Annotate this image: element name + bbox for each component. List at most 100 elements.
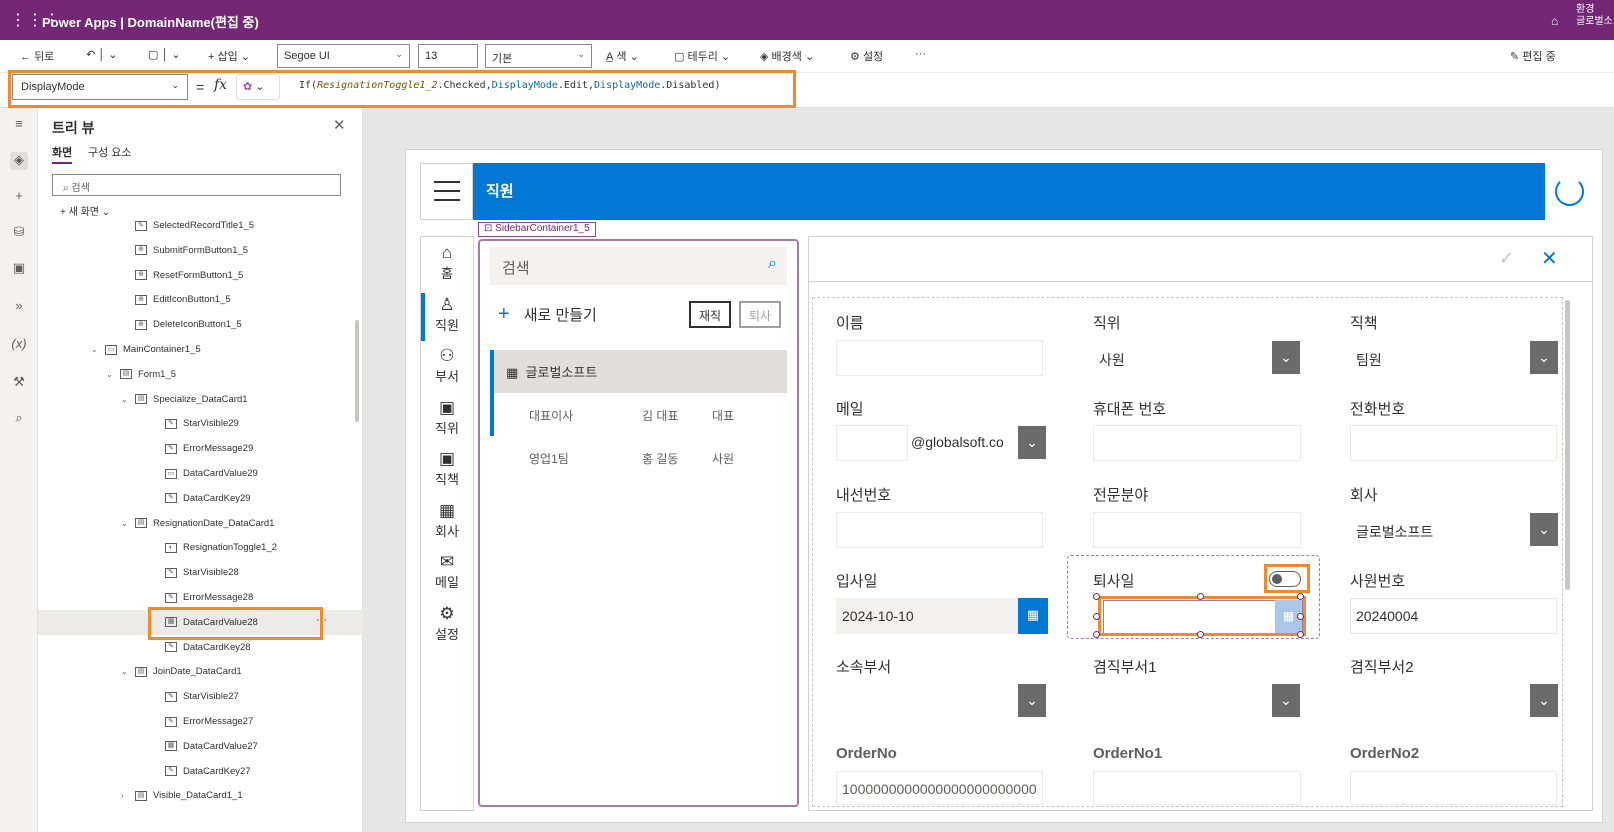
sidebar-item[interactable]: ♙ 직원 <box>420 295 474 334</box>
resize-handle[interactable] <box>1093 613 1100 620</box>
tree-node[interactable]: ✎ ErrorMessage29 <box>165 436 253 461</box>
plus-icon[interactable]: + <box>10 188 28 206</box>
company-select[interactable]: 글로벌소프트 <box>1350 512 1557 548</box>
email-input[interactable] <box>836 425 908 461</box>
list-item[interactable]: 영업1팀 홍 길동 사원 <box>490 437 787 480</box>
tree-node[interactable]: ✎ DataCardKey29 <box>165 486 251 511</box>
resigned-filter-button[interactable]: 퇴사 <box>739 301 782 328</box>
color-button[interactable]: A̲ 색 ⌄ <box>606 48 639 64</box>
email-domain-select[interactable]: @globalsoft.co <box>908 425 1018 461</box>
calendar-icon[interactable]: ▦ <box>1018 598 1048 634</box>
tree-node[interactable]: ⊕ DeleteIconButton1_5 <box>135 312 242 337</box>
phone-input[interactable] <box>1350 425 1557 461</box>
resize-handle[interactable] <box>1297 613 1304 620</box>
layers-icon[interactable]: ◈ <box>10 152 28 170</box>
check-icon[interactable]: ✓ <box>1499 248 1514 269</box>
hamburger-icon[interactable] <box>420 163 473 220</box>
tree-node[interactable]: ✎ DataCardKey27 <box>165 759 251 784</box>
tree-node[interactable]: ✎ StarVisible29 <box>165 411 239 436</box>
tab-components[interactable]: 구성 요소 <box>88 144 132 160</box>
specialty-input[interactable] <box>1093 512 1301 548</box>
editing-button[interactable]: ✎ 편집 중 <box>1510 48 1556 64</box>
tree-node[interactable]: ▦ DataCardValue27 <box>165 734 258 759</box>
list-item[interactable]: 대표이사 김 대표 대표 <box>490 394 787 437</box>
tree-node[interactable]: ⊕ EditIconButton1_5 <box>135 287 231 312</box>
tree-node[interactable]: ⌄ ▤ JoinDate_DataCard1 <box>121 659 242 684</box>
font-select[interactable]: Segoe UI ⌄ <box>277 44 410 68</box>
close-icon[interactable]: ✕ <box>333 116 346 134</box>
fill-button[interactable]: ◈ 배경색 ⌄ <box>760 48 814 64</box>
chevron-down-icon[interactable]: ⌄ <box>106 370 118 379</box>
tree-node[interactable]: ✎ StarVisible27 <box>165 684 239 709</box>
chevron-down-icon[interactable]: ⌄ <box>91 345 103 354</box>
variables-icon[interactable]: (x) <box>10 336 28 354</box>
tree-node[interactable]: ⊕ SubmitFormButton1_5 <box>135 238 248 263</box>
new-record-button[interactable]: + 새로 만들기 <box>498 303 597 326</box>
tree-search-input[interactable]: ⌕ 검색 <box>52 174 341 196</box>
data-icon[interactable]: ⛁ <box>10 224 28 242</box>
order-no1-input[interactable] <box>1093 771 1301 805</box>
chevron-down-icon[interactable]: ⌄ <box>1272 341 1300 374</box>
border-button[interactable]: ▢ 테두리 ⌄ <box>674 48 730 64</box>
more-button[interactable]: ··· <box>915 48 926 60</box>
active-filter-button[interactable]: 재직 <box>689 301 732 328</box>
media-icon[interactable]: ▣ <box>10 260 28 278</box>
chevron-down-icon[interactable]: ⌄ <box>1272 684 1300 717</box>
resize-handle[interactable] <box>1197 593 1204 600</box>
chevron-down-icon[interactable]: ⌄ <box>1530 684 1558 717</box>
name-input[interactable] <box>836 340 1043 376</box>
form-scrollbar[interactable] <box>1565 300 1570 590</box>
duty-select[interactable]: 팀원 <box>1350 340 1557 376</box>
tree-node[interactable]: ⌄ ▤ Specialize_DataCard1 <box>121 387 248 412</box>
back-button[interactable]: ← 뒤로 <box>20 48 54 64</box>
resize-handle[interactable] <box>1093 593 1100 600</box>
chevron-right-icon[interactable]: › <box>121 791 133 800</box>
list-search-input[interactable]: 검색 ⌕ <box>490 247 787 285</box>
new-screen-button[interactable]: + 새 화면 ⌄ <box>60 203 110 218</box>
order-no2-input[interactable] <box>1350 771 1557 805</box>
chevron-down-icon[interactable]: ⌄ <box>121 519 133 528</box>
position-select[interactable]: 사원 <box>1093 340 1301 376</box>
power-automate-icon[interactable]: » <box>10 298 28 316</box>
sidebar-item[interactable]: ⚇ 부서 <box>420 346 474 385</box>
tree-node[interactable]: ✎ StarVisible28 <box>165 560 239 585</box>
environment-icon[interactable]: ⌂ <box>1551 14 1558 28</box>
resize-handle[interactable] <box>1297 593 1304 600</box>
sidebar-item[interactable]: ▣ 직위 <box>420 398 474 437</box>
font-size-input[interactable]: 13 <box>418 44 478 68</box>
tools-icon[interactable]: ⚒ <box>10 374 28 392</box>
chevron-down-icon[interactable]: ⌄ <box>1018 426 1046 459</box>
tree-node[interactable]: ⌄ ▭ MainContainer1_5 <box>91 337 201 362</box>
resize-handle[interactable] <box>1297 631 1304 638</box>
chevron-down-icon[interactable]: ⌄ <box>1530 513 1558 546</box>
order-no-input[interactable]: 1000000000000000000000000 <box>836 771 1043 805</box>
sidebar-item[interactable]: ▦ 회사 <box>420 501 474 540</box>
resize-handle[interactable] <box>1093 631 1100 638</box>
chevron-down-icon[interactable]: ⌄ <box>1530 341 1558 374</box>
chevron-down-icon[interactable]: ⌄ <box>121 667 133 676</box>
sidebar-item[interactable]: ⚙ 설정 <box>420 604 474 643</box>
font-weight-select[interactable]: 기본 ⌄ <box>485 44 592 68</box>
search-icon[interactable]: ⌕ <box>10 410 28 428</box>
close-icon[interactable]: ✕ <box>1541 246 1558 271</box>
sidebar-item[interactable]: ✉ 메일 <box>420 552 474 591</box>
employee-number-input[interactable]: 20240004 <box>1350 598 1557 634</box>
undo-icon[interactable]: ↶ │ ⌄ <box>86 48 117 61</box>
list-group-header[interactable]: ▦ 글로벌소프트 <box>490 350 787 436</box>
environment-label[interactable]: 환경 글로벌소 <box>1576 4 1613 28</box>
extension-input[interactable] <box>836 512 1043 548</box>
sidebar-item[interactable]: ▣ 직책 <box>420 449 474 488</box>
refresh-icon[interactable] <box>1545 163 1593 220</box>
tree-node[interactable]: ▭ DataCardValue29 <box>165 461 258 486</box>
tree-node[interactable]: ✎ ErrorMessage27 <box>165 709 253 734</box>
tree-node[interactable]: ⌄ ▤ ResignationDate_DataCard1 <box>121 511 274 536</box>
chevron-down-icon[interactable]: ⌄ <box>1018 684 1046 717</box>
tree-node[interactable]: › ▤ Visible_DataCard1_1 <box>121 783 243 808</box>
tree-node[interactable]: ◐ ResignationToggle1_2 <box>165 535 277 560</box>
tree-node[interactable]: ✎ SelectedRecordTitle1_5 <box>135 213 254 238</box>
tab-screens[interactable]: 화면 <box>52 144 73 164</box>
resize-handle[interactable] <box>1197 631 1204 638</box>
tree-node[interactable]: ⊕ ResetFormButton1_5 <box>135 263 243 288</box>
chevron-down-icon[interactable]: ⌄ <box>121 395 133 404</box>
insert-button[interactable]: + 삽입 ⌄ <box>208 48 250 64</box>
